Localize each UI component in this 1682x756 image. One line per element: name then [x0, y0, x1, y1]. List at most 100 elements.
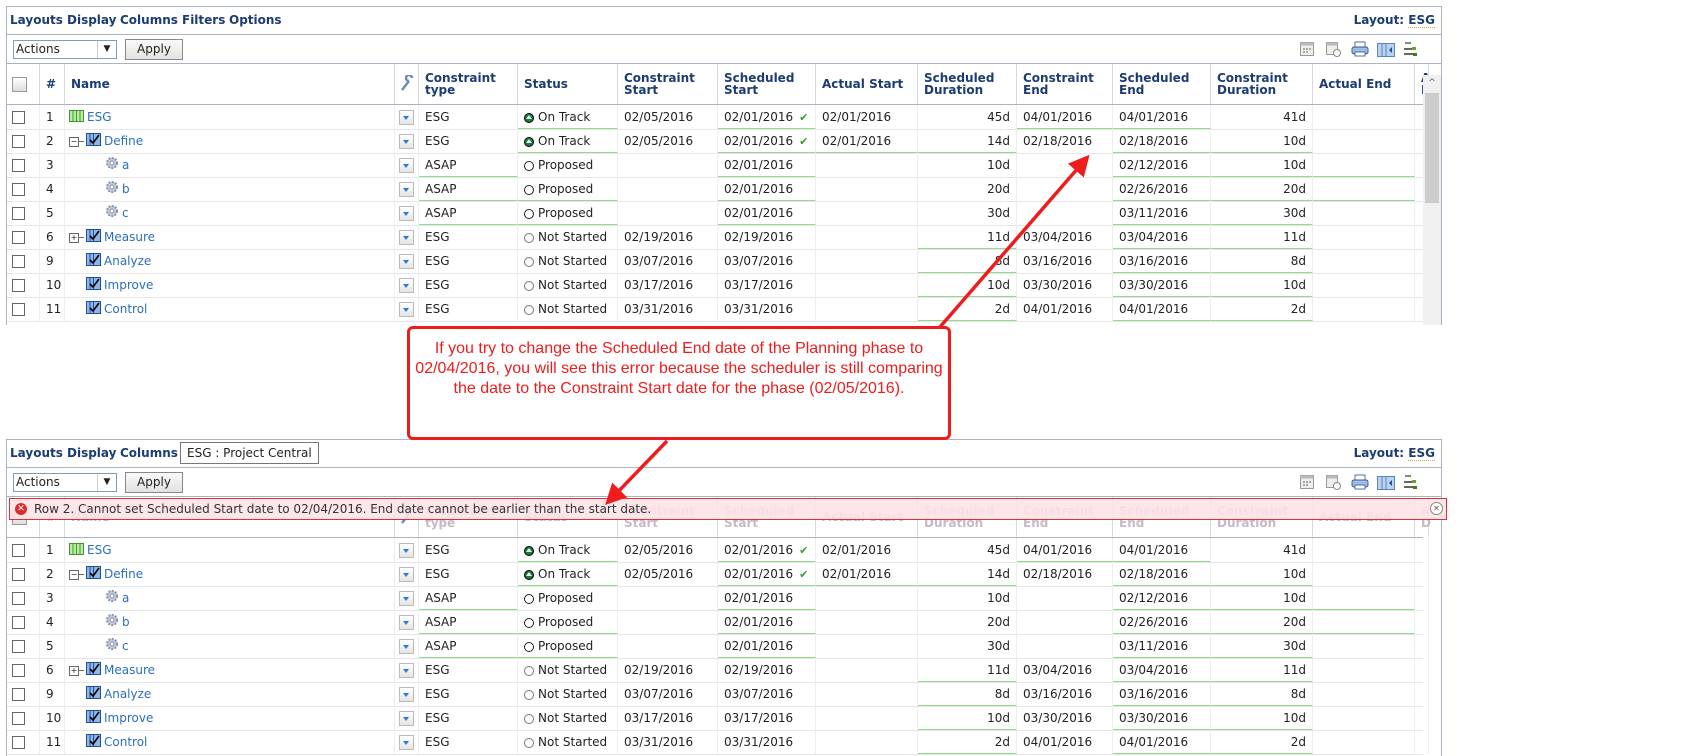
- grid-cell-aend[interactable]: [1313, 201, 1415, 225]
- scrollbar-thumb[interactable]: [1425, 93, 1439, 203]
- grid-cell-sdur[interactable]: 14d: [918, 562, 1017, 586]
- grid-cell-status[interactable]: Not Started: [518, 273, 618, 297]
- grid-cell-aend[interactable]: [1313, 105, 1415, 129]
- grid-cell-sstart[interactable]: 02/01/2016: [718, 153, 816, 177]
- task-name-link[interactable]: Improve: [104, 711, 153, 725]
- grid-cell-cend[interactable]: [1017, 201, 1113, 225]
- grid-cell-status[interactable]: Not Started: [518, 682, 618, 706]
- grid-cell-sdur[interactable]: 10d: [918, 273, 1017, 297]
- grid-cell-sstart[interactable]: 02/01/2016: [718, 586, 816, 610]
- row-checkbox[interactable]: [12, 736, 25, 749]
- column-header-name[interactable]: Name: [71, 78, 110, 90]
- grid-cell-astart[interactable]: [816, 273, 918, 297]
- column-header-sstart[interactable]: Scheduled Start: [724, 72, 815, 96]
- grid-cell-send[interactable]: 02/26/2016: [1113, 177, 1211, 201]
- row-checkbox[interactable]: [12, 616, 25, 629]
- table-row[interactable]: 2 − Define ESG On Track 02/05/2016 02/01/2016 ✔…: [7, 129, 1429, 154]
- grid-cell-status[interactable]: Proposed: [518, 153, 618, 177]
- grid-cell-send[interactable]: 02/26/2016: [1113, 610, 1211, 634]
- layout-name-link[interactable]: ESG: [1408, 446, 1435, 461]
- apply-button[interactable]: Apply: [125, 472, 183, 493]
- grid-cell-sdur[interactable]: 2d: [918, 730, 1017, 754]
- grid-cell-ctype[interactable]: ESG: [419, 129, 518, 153]
- task-name-link[interactable]: Define: [104, 567, 143, 581]
- task-name-link[interactable]: b: [122, 615, 130, 629]
- row-menu-dropdown[interactable]: [399, 182, 414, 197]
- grid-cell-aend[interactable]: [1313, 538, 1415, 562]
- grid-cell-send[interactable]: 03/30/2016: [1113, 706, 1211, 730]
- column-layout-icon[interactable]: [1377, 43, 1395, 59]
- task-name-link[interactable]: Measure: [104, 230, 155, 244]
- grid-cell-status[interactable]: On Track: [518, 105, 618, 129]
- table-row[interactable]: 1 ESG ESG On Track 02/05/2016 02/01/2016 ✔ 02/0…: [7, 105, 1429, 130]
- grid-cell-aend[interactable]: [1313, 634, 1415, 658]
- grid-cell-ctype[interactable]: ASAP: [419, 634, 518, 658]
- grid-cell-ctype[interactable]: ESG: [419, 273, 518, 297]
- menu-columns[interactable]: Columns: [120, 446, 178, 460]
- task-name-link[interactable]: ESG: [87, 110, 112, 124]
- menu-layouts[interactable]: Layouts: [10, 13, 63, 27]
- grid-cell-sstart[interactable]: 03/07/2016: [718, 249, 816, 273]
- grid-cell-status[interactable]: On Track: [518, 538, 618, 562]
- grid-cell-astart[interactable]: 02/01/2016: [816, 105, 918, 129]
- column-header-ctype[interactable]: Constraint type: [425, 72, 517, 96]
- grid-cell-ctype[interactable]: ESG: [419, 538, 518, 562]
- grid-cell-status[interactable]: Not Started: [518, 249, 618, 273]
- grid-cell-status[interactable]: Not Started: [518, 297, 618, 321]
- row-checkbox[interactable]: [12, 688, 25, 701]
- table-row[interactable]: 1 ESG ESG On Track 02/05/2016 02/01/2016 ✔ 02/0…: [7, 538, 1429, 563]
- grid-cell-aend[interactable]: [1313, 177, 1415, 201]
- grid-cell-status[interactable]: Proposed: [518, 201, 618, 225]
- grid-cell-sstart[interactable]: 03/17/2016: [718, 273, 816, 297]
- grid-cell-ctype[interactable]: ESG: [419, 562, 518, 586]
- close-error-icon[interactable]: ✕: [1430, 502, 1443, 515]
- grid-cell-aend[interactable]: [1313, 273, 1415, 297]
- task-name-link[interactable]: c: [122, 206, 129, 220]
- task-name-link[interactable]: a: [122, 591, 129, 605]
- column-header-sdur[interactable]: Scheduled Duration: [924, 72, 1016, 96]
- collapse-icon[interactable]: −: [69, 569, 79, 580]
- grid-cell-sdur[interactable]: 8d: [918, 682, 1017, 706]
- grid-cell-sstart[interactable]: 03/31/2016: [718, 297, 816, 321]
- grid-cell-aend[interactable]: [1313, 706, 1415, 730]
- task-name-link[interactable]: b: [122, 182, 130, 196]
- grid-cell-astart[interactable]: [816, 610, 918, 634]
- grid-cell-sdur[interactable]: 20d: [918, 177, 1017, 201]
- grid-cell-aend[interactable]: [1313, 249, 1415, 273]
- row-checkbox[interactable]: [12, 640, 25, 653]
- grid-cell-cdur[interactable]: 30d: [1211, 634, 1313, 658]
- layout-name-link[interactable]: ESG: [1408, 13, 1435, 28]
- menu-filters[interactable]: Filters: [182, 13, 225, 27]
- grid-cell-astart[interactable]: [816, 682, 918, 706]
- grid-cell-cend[interactable]: [1017, 634, 1113, 658]
- grid-cell-aend[interactable]: [1313, 129, 1415, 153]
- grid-cell-cend[interactable]: 02/18/2016: [1017, 562, 1113, 586]
- grid-cell-sdur[interactable]: 11d: [918, 658, 1017, 682]
- grid-cell-astart[interactable]: [816, 177, 918, 201]
- grid-cell-sdur[interactable]: 14d: [918, 129, 1017, 153]
- row-menu-dropdown[interactable]: [399, 591, 414, 606]
- grid-cell-sstart[interactable]: 02/01/2016: [718, 201, 816, 225]
- column-layout-icon[interactable]: [1377, 476, 1395, 492]
- task-name-link[interactable]: Analyze: [104, 687, 151, 701]
- calendar-clock-icon[interactable]: [1325, 474, 1341, 490]
- grid-cell-cdur[interactable]: 10d: [1211, 273, 1313, 297]
- row-menu-dropdown[interactable]: [399, 302, 414, 317]
- grid-cell-sstart[interactable]: 02/01/2016 ✔: [718, 105, 816, 129]
- grid-cell-sstart[interactable]: 02/01/2016: [718, 610, 816, 634]
- table-row[interactable]: 4 b ASAP Proposed 02/01/2016 20d 02/26/2016 20d: [7, 177, 1429, 202]
- row-checkbox[interactable]: [12, 159, 25, 172]
- grid-cell-cstart[interactable]: 03/31/2016: [618, 297, 718, 321]
- grid-cell-cend[interactable]: 03/30/2016: [1017, 273, 1113, 297]
- grid-cell-status[interactable]: On Track: [518, 562, 618, 586]
- table-row[interactable]: 9 Analyze ESG Not Started 03/07/2016 03/07/20…: [7, 682, 1429, 707]
- expand-icon[interactable]: +: [69, 665, 79, 676]
- grid-cell-sstart[interactable]: 03/31/2016: [718, 730, 816, 754]
- grid-cell-astart[interactable]: [816, 586, 918, 610]
- grid-cell-cstart[interactable]: 02/05/2016: [618, 105, 718, 129]
- grid-cell-sdur[interactable]: 20d: [918, 610, 1017, 634]
- column-header-cstart[interactable]: Constraint Start: [624, 72, 717, 96]
- grid-cell-astart[interactable]: [816, 730, 918, 754]
- table-row[interactable]: 11 Control ESG Not Started 03/31/2016 03/31/2…: [7, 297, 1429, 322]
- grid-cell-cend[interactable]: [1017, 177, 1113, 201]
